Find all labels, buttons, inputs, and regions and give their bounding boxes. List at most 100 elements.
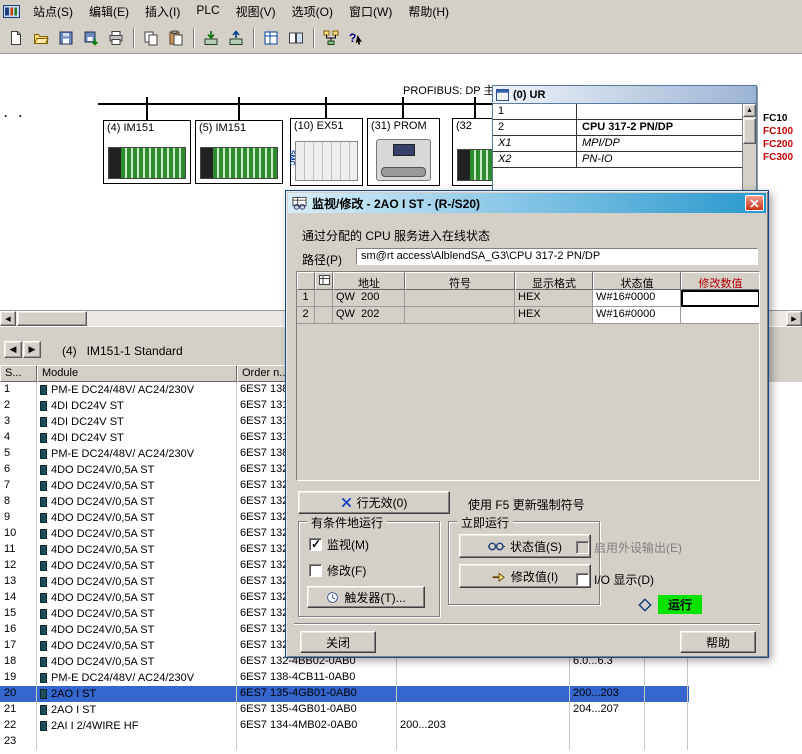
dp-slave-im151-4[interactable]: (4) IM151 [103,120,191,184]
scroll-right-icon[interactable]: ▶ [786,311,802,326]
format-cell[interactable]: HEX [515,307,593,324]
save-icon[interactable] [54,25,78,50]
catalog-icon[interactable] [259,25,283,50]
dp-slave-prom-31[interactable]: (31) PROM [367,118,440,186]
module-label: (10) EX51 [294,120,344,132]
catalog-block-item[interactable]: FC10 [758,113,802,126]
dp-slave-ex51-10[interactable]: (10) EX51 SMC [288,118,363,186]
dp-slave-im151-5[interactable]: (5) IM151 [195,120,283,184]
header-status-value[interactable]: 状态值 [593,272,681,290]
symbol-cell[interactable] [405,307,515,324]
menu-item[interactable]: PLC [188,0,227,23]
checkbox-box[interactable] [576,573,589,586]
modify-values-button[interactable]: 修改值(I) [459,564,591,588]
network-icon[interactable] [319,25,343,50]
rack-slot-row[interactable]: 2 CPU 317-2 PN/DP [493,120,742,136]
address-cell[interactable]: QW 202 [333,307,405,324]
catalog-block-item[interactable]: FC300 [758,152,802,165]
menu-item[interactable]: 视图(V) [228,0,284,23]
monitor-checkbox[interactable]: 监视(M) [309,536,369,553]
trigger-button[interactable]: 触发器(T)... [307,586,425,608]
print-icon[interactable] [104,25,128,50]
slot-module-name: MPI/DP [582,137,620,149]
header-address[interactable]: 地址 [333,272,405,290]
catalog-block-item[interactable]: FC100 [758,126,802,139]
row-module-cell: 4DO DC24V/0,5A ST [37,478,237,494]
close-button[interactable]: 关闭 [300,631,376,653]
row-module-name: 4DO DC24V/0,5A ST [51,655,155,668]
paste-icon[interactable] [164,25,188,50]
table-row[interactable]: 23 [0,734,689,750]
row-module-cell: 4DO DC24V/0,5A ST [37,494,237,510]
nav-forward-button[interactable]: ▶ [23,341,41,358]
header-modify-value[interactable]: 修改数值 [681,272,759,290]
rack-window-titlebar[interactable]: (0) UR [493,86,756,104]
menu-item[interactable]: 选项(O) [284,0,341,23]
rack-ur-window[interactable]: (0) UR 1 2 CPU 317-2 PN/DP X1 MPI/DP X2 … [492,85,757,195]
checkbox-box[interactable] [309,537,322,551]
symbol-cell[interactable] [405,290,515,307]
checkbox-box[interactable] [309,564,322,577]
menu-item[interactable]: 窗口(W) [341,0,400,23]
enable-peripheral-outputs-checkbox[interactable]: 启用外设输出(E) [576,539,682,556]
scroll-left-icon[interactable]: ◀ [0,311,16,326]
status-values-button[interactable]: 状态值(S) [459,534,591,558]
modify-value-input[interactable] [681,307,759,324]
menu-item[interactable]: 站点(S) [25,0,81,23]
save-compile-icon[interactable] [79,25,103,50]
row-slot-number: 12 [0,558,37,574]
canvas-dots: . . [4,106,27,120]
open-icon[interactable] [29,25,53,50]
close-icon[interactable] [745,195,764,211]
catalog-block-item[interactable]: FC200 [758,139,802,152]
address-cell[interactable]: QW 200 [333,290,405,307]
rack-window-scrollbar[interactable]: ▲ [742,104,756,194]
variable-row[interactable]: 2 QW 202 HEX W#16#0000 [297,307,759,324]
download-icon[interactable] [199,25,223,50]
row-comment [645,734,688,750]
table-row[interactable]: 20 2AO I ST 6ES7 135-4GB01-0AB0 200...20… [0,686,689,702]
scroll-up-icon[interactable]: ▲ [743,104,756,117]
path-field[interactable]: sm@rt access\AlblendSA_G3\CPU 317-2 PN/D… [356,248,758,265]
table-row[interactable]: 21 2AO I ST 6ES7 135-4GB01-0AB0 204...20… [0,702,689,718]
header-slot[interactable]: S... [0,365,37,382]
row-order-number: 6ES7 135-4GB01-0AB0 [237,702,397,718]
scrollbar-thumb[interactable] [743,118,756,144]
menu-item[interactable]: 帮助(H) [400,0,457,23]
io-display-checkbox[interactable]: I/O 显示(D) [576,571,654,588]
row-slot-number: 5 [0,446,37,462]
nav-back-button[interactable]: ◀ [4,341,22,358]
header-module[interactable]: Module [37,365,237,382]
module-icon [40,689,47,699]
row-module-name: PM-E DC24/48V/ AC24/230V [51,383,195,396]
context-help-icon[interactable]: ? [344,25,368,50]
upload-icon[interactable] [224,25,248,50]
dialog-titlebar[interactable]: 监视/修改 - 2AO I ST - (R-/S20) [288,193,766,213]
module-label: (32 [456,120,472,132]
menu-item[interactable]: 插入(I) [137,0,188,23]
copy-icon[interactable] [139,25,163,50]
split-window-icon[interactable] [284,25,308,50]
rack-slot-row[interactable]: 1 [493,104,742,120]
modify-checkbox[interactable]: 修改(F) [309,562,366,579]
checkbox-box[interactable] [576,541,589,554]
table-row[interactable]: 22 2AI I 2/4WIRE HF 6ES7 134-4MB02-0AB0 … [0,718,689,734]
rack-slot-row[interactable]: X2 PN-IO [493,152,742,168]
menu-item[interactable]: 编辑(E) [81,0,137,23]
rack-slot-row[interactable]: X1 MPI/DP [493,136,742,152]
modify-value-input[interactable] [681,290,759,307]
format-cell[interactable]: HEX [515,290,593,307]
table-row[interactable]: 19 PM-E DC24/48V/ AC24/230V 6ES7 138-4CB… [0,670,689,686]
header-symbol[interactable]: 符号 [405,272,515,290]
trigger-label: 触发器(T)... [344,590,406,605]
ex51-module-graphic: SMC [288,141,358,181]
new-icon[interactable] [4,25,28,50]
scrollbar-thumb[interactable] [17,311,87,326]
variable-table: 地址 符号 显示格式 状态值 修改数值 1 QW 200 HEX W#16#00… [296,271,760,481]
help-button[interactable]: 帮助 [680,631,756,653]
module-icon [40,529,47,539]
header-display-format[interactable]: 显示格式 [515,272,593,290]
toolbar-separator [193,27,195,48]
variable-row[interactable]: 1 QW 200 HEX W#16#0000 [297,290,759,307]
row-not-effective-button[interactable]: 行无效(0) [298,491,450,514]
